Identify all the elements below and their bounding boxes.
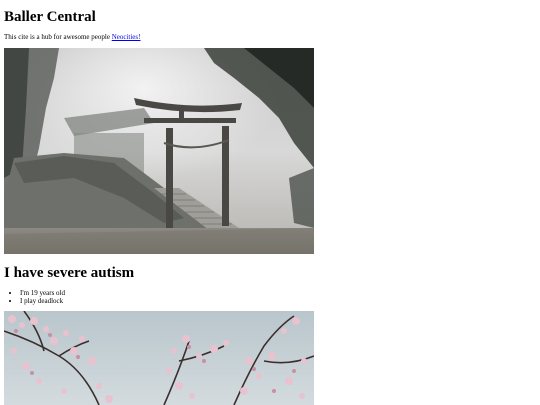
intro-text: This cite is a hub for awesome people	[4, 33, 112, 41]
torii-gate-photo	[4, 48, 314, 254]
facts-list: I'm 19 years old I play deadlock	[4, 289, 65, 305]
page-title: Baller Central	[4, 9, 96, 25]
neocities-link[interactable]: Neocities!	[112, 33, 141, 41]
section-heading: I have severe autism	[4, 265, 135, 281]
list-item: I play deadlock	[20, 297, 65, 305]
intro-paragraph: This cite is a hub for awesome people Ne…	[4, 33, 140, 42]
cherry-blossom-photo	[4, 311, 314, 405]
list-item: I'm 19 years old	[20, 289, 65, 297]
